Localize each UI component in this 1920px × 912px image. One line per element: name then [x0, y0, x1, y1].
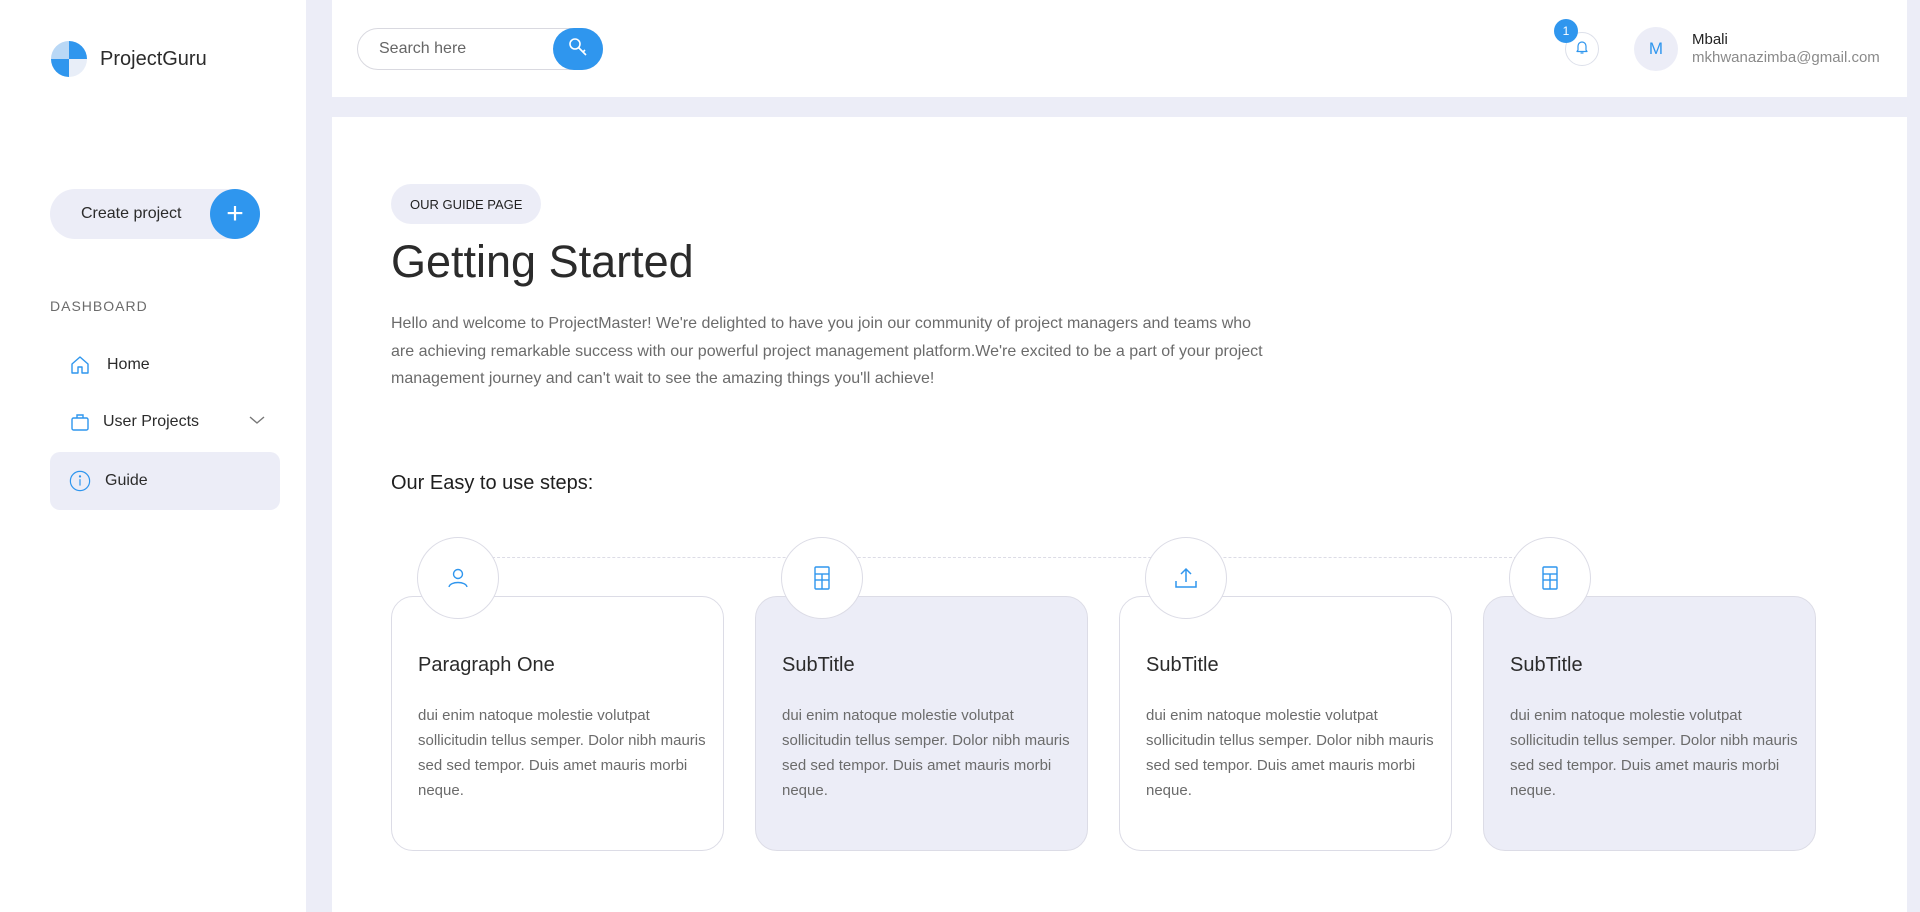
intro-text: Hello and welcome to ProjectMaster! We'r… [391, 315, 1263, 387]
app-name: ProjectGuru [100, 47, 207, 70]
sidebar-item-user-projects[interactable]: User Projects [50, 393, 280, 451]
user-icon [417, 537, 499, 619]
bell-icon [1574, 39, 1590, 60]
building-icon [781, 537, 863, 619]
step-text: dui enim natoque molestie volutpat solli… [782, 707, 1070, 799]
avatar[interactable]: M [1634, 27, 1678, 71]
step-card: SubTitle dui enim natoque molestie volut… [1483, 537, 1816, 851]
step-card: SubTitle dui enim natoque molestie volut… [1119, 537, 1452, 851]
search-button[interactable] [553, 28, 603, 70]
step-card: SubTitle dui enim natoque molestie volut… [755, 537, 1088, 851]
user-email: mkhwanazimba@gmail.com [1692, 49, 1880, 66]
sidebar-item-label: User Projects [103, 413, 200, 430]
brand[interactable]: ProjectGuru [50, 40, 207, 78]
info-icon [69, 470, 91, 492]
search-bar [357, 28, 603, 70]
home-icon [69, 354, 91, 376]
plus-icon[interactable]: + [210, 189, 260, 239]
steps-heading: Our Easy to use steps: [391, 472, 594, 494]
sidebar: ProjectGuru Create project + DASHBOARD H… [0, 0, 306, 912]
create-project-label: Create project [81, 205, 182, 222]
upload-icon [1145, 537, 1227, 619]
search-input[interactable] [379, 40, 549, 58]
key-icon [567, 36, 589, 63]
briefcase-icon [69, 411, 91, 433]
main-content: OUR GUIDE PAGE Getting Started Hello and… [332, 117, 1907, 912]
sidebar-item-label: Guide [105, 472, 148, 489]
step-text: dui enim natoque molestie volutpat solli… [418, 707, 706, 799]
sidebar-item-guide[interactable]: Guide [50, 452, 280, 510]
step-text: dui enim natoque molestie volutpat solli… [1146, 707, 1434, 799]
page-tag: OUR GUIDE PAGE [391, 184, 542, 224]
create-project-button[interactable]: Create project + [50, 189, 260, 239]
step-title: SubTitle [1510, 654, 1583, 676]
step-title: Paragraph One [418, 654, 555, 676]
notification-badge: 1 [1554, 19, 1578, 43]
top-header: 1 M Mbali mkhwanazimba@gmail.com [332, 0, 1907, 97]
page-title: Getting Started [391, 236, 694, 287]
section-label-dashboard: DASHBOARD [50, 298, 148, 314]
step-text: dui enim natoque molestie volutpat solli… [1510, 707, 1798, 799]
chevron-down-icon[interactable] [248, 413, 266, 431]
building-icon [1509, 537, 1591, 619]
sidebar-item-home[interactable]: Home [50, 336, 280, 394]
logo-icon [50, 40, 88, 78]
steps-connector [462, 557, 1527, 558]
user-name: Mbali [1692, 31, 1728, 48]
step-card: Paragraph One dui enim natoque molestie … [391, 537, 724, 851]
notifications-button[interactable]: 1 [1554, 19, 1599, 66]
step-title: SubTitle [1146, 654, 1219, 676]
step-title: SubTitle [782, 654, 855, 676]
sidebar-item-label: Home [107, 356, 150, 373]
